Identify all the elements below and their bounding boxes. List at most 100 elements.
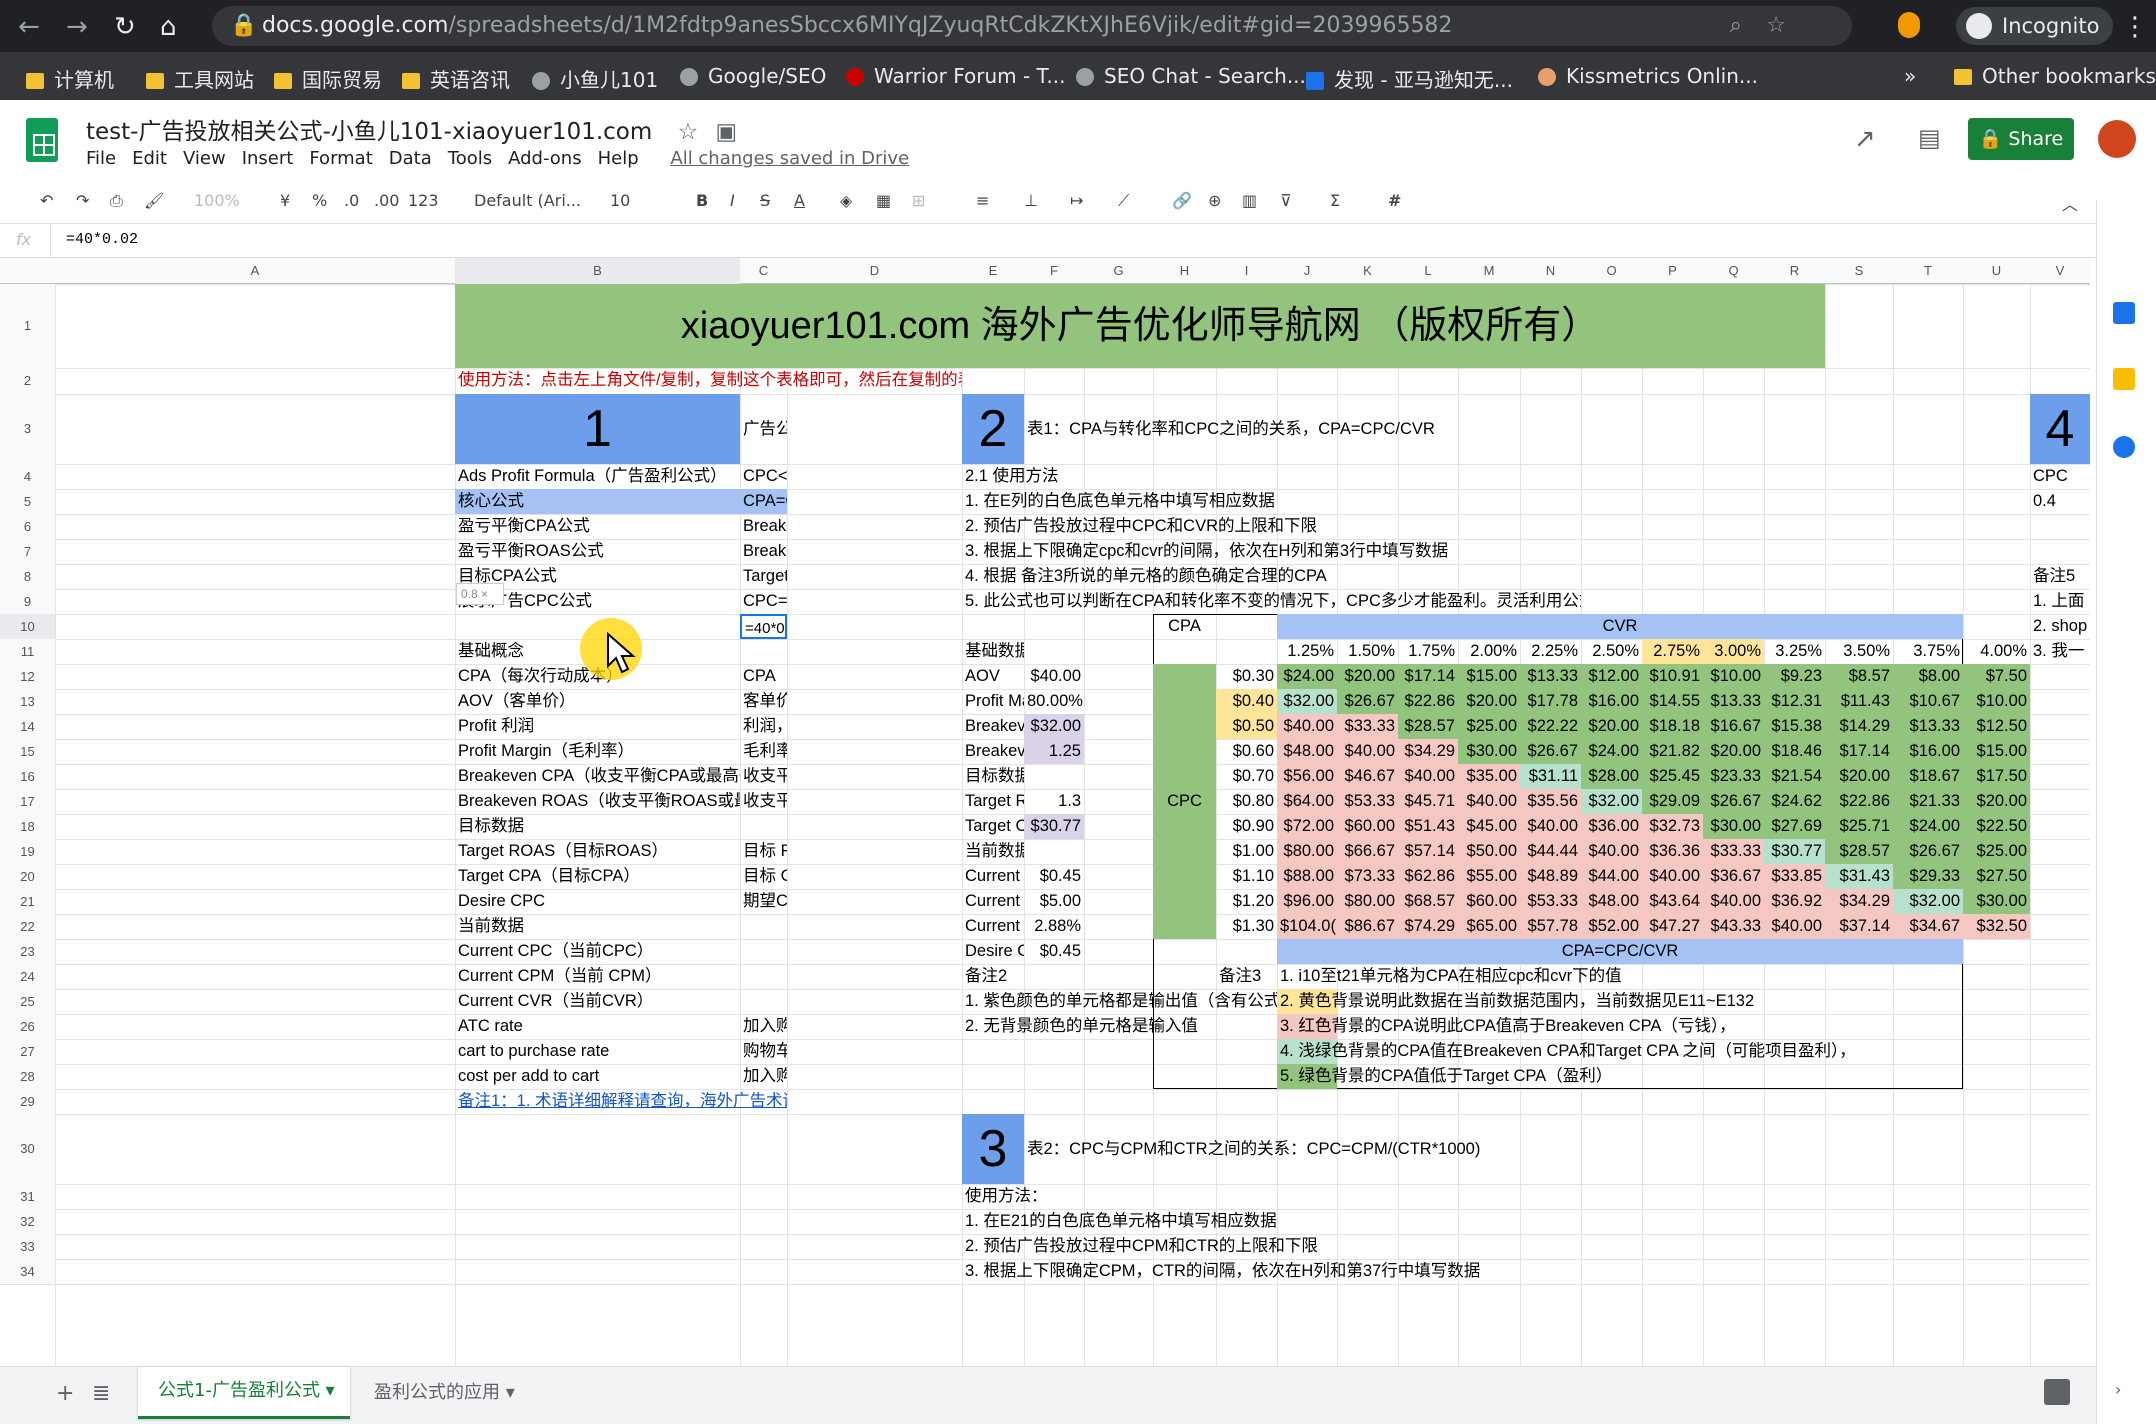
cpa-value[interactable]: $18.67	[1893, 764, 1963, 789]
cpa-value[interactable]: $34.67	[1893, 914, 1963, 939]
cpa-value[interactable]: $72.00	[1277, 814, 1337, 839]
cpa-value[interactable]: $68.57	[1398, 889, 1458, 914]
merge-icon[interactable]: ⊞	[912, 191, 925, 210]
cpa-value[interactable]: $10.67	[1893, 689, 1963, 714]
colB-cell[interactable]: 收支平衡CPA（CPA 每次购买成本）	[740, 764, 787, 789]
bookmark[interactable]: 发现 - 亚马逊知无...	[1306, 64, 1513, 93]
colB-cell[interactable]	[740, 814, 787, 839]
paint-format-icon[interactable]: 🖌	[144, 191, 164, 210]
cpa-value[interactable]: $28.00	[1581, 764, 1642, 789]
colB-cell[interactable]: 毛利率，收入利润率=（售价-（进货价+运	[740, 739, 787, 764]
cpa-value[interactable]: $66.67	[1337, 839, 1398, 864]
cpa-value[interactable]: $36.92	[1764, 889, 1825, 914]
cpa-value[interactable]: $20.00	[1337, 664, 1398, 689]
note1-link[interactable]: 备注1：1. 术语详细解释请查询，海外广告术语表	[455, 1089, 787, 1114]
menu-help[interactable]: Help	[598, 148, 639, 169]
row-header[interactable]: 12	[0, 664, 55, 689]
colD-cell[interactable]: Current CPC	[962, 864, 1024, 889]
cpa-value[interactable]: $44.00	[1581, 864, 1642, 889]
forward-icon[interactable]: →	[66, 12, 88, 42]
note3-line[interactable]: 2. 黄色背景说明此数据在当前数据范围内，当前数据见E11~E132	[1277, 989, 1963, 1014]
row-header[interactable]: 15	[0, 739, 55, 764]
cpa-value[interactable]: $24.00	[1893, 814, 1963, 839]
cpa-value[interactable]: $96.00	[1277, 889, 1337, 914]
cpc-header[interactable]: $1.00	[1216, 839, 1277, 864]
cpa-value[interactable]: $21.82	[1642, 739, 1703, 764]
redo-icon[interactable]: ↷	[76, 191, 89, 210]
colA-cell[interactable]: AOV（客单价）	[455, 689, 740, 714]
link-icon[interactable]: 🔗	[1172, 191, 1192, 210]
column-header[interactable]: K	[1337, 258, 1398, 284]
bookmark[interactable]: 国际贸易	[274, 64, 382, 93]
cvr-header[interactable]: 1.75%	[1398, 639, 1458, 664]
menu-tools[interactable]: Tools	[448, 148, 492, 169]
colD-cell[interactable]: Current CPM	[962, 889, 1024, 914]
colE-cell[interactable]: 80.00%	[1024, 689, 1084, 714]
colB-cell[interactable]	[740, 964, 787, 989]
cvr-header[interactable]: 2.00%	[1458, 639, 1520, 664]
active-cell[interactable]: =40*0.02	[740, 614, 787, 639]
cpa-value[interactable]: $32.73	[1642, 814, 1703, 839]
formula-header[interactable]: 广告公式和相关概念	[740, 394, 787, 464]
sheet-tab[interactable]: 盈利公式的应用 ▾	[370, 1367, 540, 1419]
menu-data[interactable]: Data	[389, 148, 432, 169]
cpa-value[interactable]: $16.00	[1581, 689, 1642, 714]
cvr-header[interactable]: 4.00%	[1963, 639, 2030, 664]
menu-view[interactable]: View	[183, 148, 226, 169]
cpa-value[interactable]: $52.00	[1581, 914, 1642, 939]
cvr-header[interactable]: 2.50%	[1581, 639, 1642, 664]
calendar-icon[interactable]	[2113, 302, 2135, 324]
cpa-value[interactable]: $17.78	[1520, 689, 1581, 714]
column-header[interactable]: T	[1893, 258, 1963, 284]
cpa-value[interactable]: $88.00	[1277, 864, 1337, 889]
cpa-value[interactable]: $15.00	[1458, 664, 1520, 689]
colB-cell[interactable]: CPA（cost per action，在电商里一般情况下a	[740, 664, 787, 689]
column-header[interactable]: G	[1084, 258, 1153, 284]
cpa-value[interactable]: $35.00	[1458, 764, 1520, 789]
colA-cell[interactable]: 目标数据	[455, 814, 740, 839]
cpa-value[interactable]: $43.64	[1642, 889, 1703, 914]
cpa-label[interactable]: CPA	[1153, 614, 1216, 639]
row-header[interactable]: 4	[0, 464, 55, 489]
row-header[interactable]: 14	[0, 714, 55, 739]
cpa-value[interactable]: $48.00	[1581, 889, 1642, 914]
colA-cell[interactable]: 盈亏平衡CPA公式	[455, 514, 740, 539]
column-header[interactable]: B	[455, 258, 740, 284]
cpa-value[interactable]: $30.00	[1458, 739, 1520, 764]
cpc-header[interactable]: $0.80	[1216, 789, 1277, 814]
colD-cell[interactable]: 2. 预估广告投放过程中CPC和CVR的上限和下限	[962, 514, 1581, 539]
cpa-value[interactable]: $22.86	[1825, 789, 1893, 814]
reload-icon[interactable]: ↻	[114, 12, 136, 42]
section-number[interactable]: 4	[2030, 394, 2090, 464]
home-icon[interactable]: ⌂	[160, 12, 177, 42]
cpa-value[interactable]: $29.09	[1642, 789, 1703, 814]
incognito-badge[interactable]: Incognito	[1956, 7, 2114, 45]
column-header[interactable]: M	[1458, 258, 1520, 284]
note3-line[interactable]: 5. 绿色背景的CPA值低于Target CPA（盈利）	[1277, 1064, 1963, 1089]
colB-cell[interactable]: Target CPA = AOV / Target ROAS	[740, 564, 787, 589]
cpa-value[interactable]: $7.50	[1963, 664, 2030, 689]
colA-cell[interactable]: Ads Profit Formula（广告盈利公式）	[455, 464, 740, 489]
all-sheets-icon[interactable]: ≣	[92, 1381, 110, 1406]
bookmark[interactable]: Kissmetrics Onlin...	[1538, 64, 1758, 88]
cpc-header[interactable]: $1.10	[1216, 864, 1277, 889]
row-header[interactable]: 31	[0, 1184, 55, 1209]
input-tools-icon[interactable]: #	[1388, 191, 1401, 210]
colA-cell[interactable]: Profit Margin（毛利率）	[455, 739, 740, 764]
menu-file[interactable]: File	[86, 148, 116, 169]
cpa-value[interactable]: $17.14	[1825, 739, 1893, 764]
back-icon[interactable]: ←	[18, 12, 40, 42]
move-folder-icon[interactable]: ▣	[716, 119, 738, 145]
cpa-value[interactable]: $40.00	[1398, 764, 1458, 789]
cpa-value[interactable]: $80.00	[1337, 889, 1398, 914]
colD-cell[interactable]: Breakeven CPA	[962, 714, 1024, 739]
cpa-value[interactable]: $40.00	[1581, 839, 1642, 864]
colB-cell[interactable]: 利润，不算广告成本，这个产品的利润。	[740, 714, 787, 739]
cpa-value[interactable]: $31.11	[1520, 764, 1581, 789]
colB-cell[interactable]	[740, 989, 787, 1014]
cpa-value[interactable]: $60.00	[1337, 814, 1398, 839]
column-header[interactable]: P	[1642, 258, 1703, 284]
colB-cell[interactable]: Breakeven ROAS = 1 / Profit Margin	[740, 539, 787, 564]
decrease-decimal-button[interactable]: .0	[344, 191, 359, 210]
colA-cell[interactable]: Current CPC（当前CPC）	[455, 939, 740, 964]
